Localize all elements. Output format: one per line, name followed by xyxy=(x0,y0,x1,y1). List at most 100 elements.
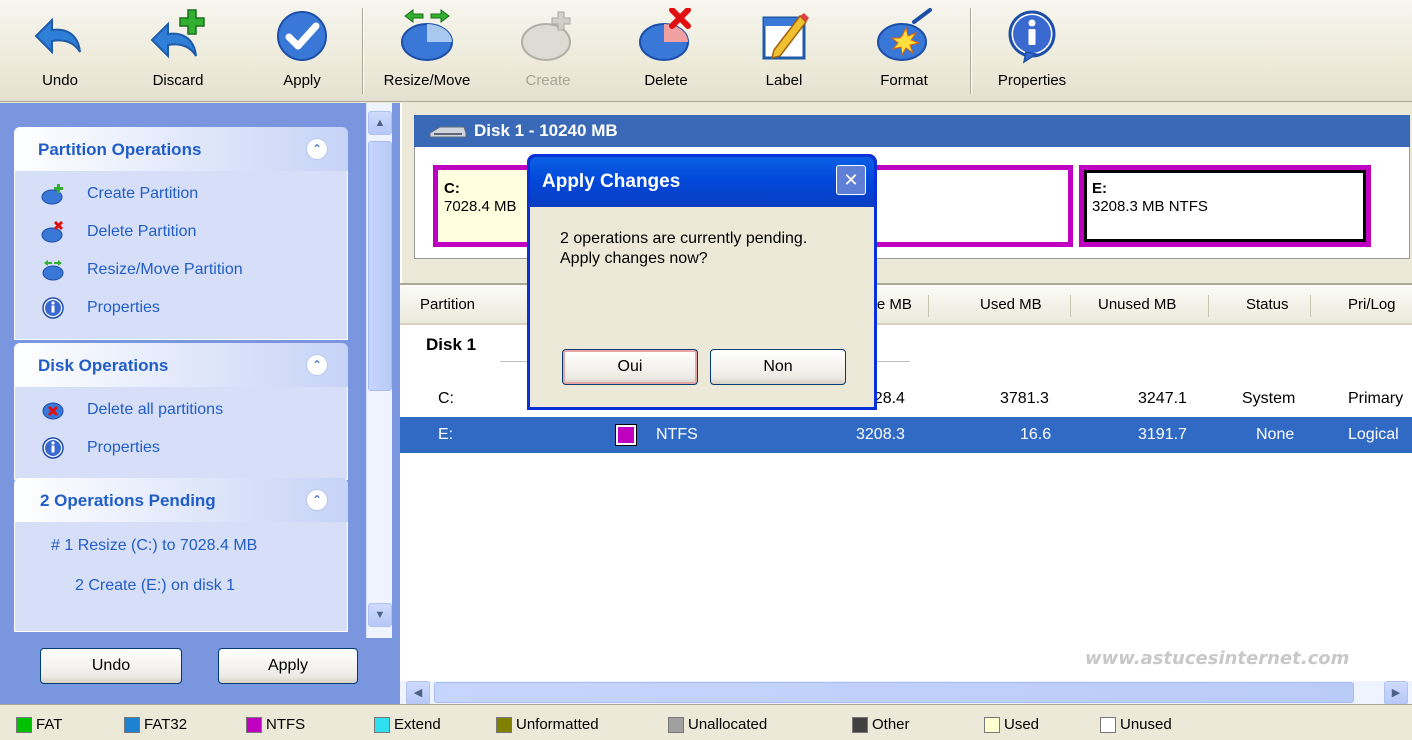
resize-partition-icon xyxy=(42,260,64,281)
cell-type: Logical xyxy=(1348,426,1399,443)
create-toolbar-button[interactable]: Create xyxy=(508,4,588,98)
cell-unused: 3191.7 xyxy=(1138,426,1187,443)
resize-move-toolbar-button[interactable]: Resize/Move xyxy=(370,4,484,98)
task-partition-properties[interactable]: Properties xyxy=(15,291,347,329)
disk-group-label: Disk 1 xyxy=(426,335,477,354)
partition-operations-body: Create Partition Delete Partition Resize… xyxy=(14,171,348,340)
scroll-down-icon[interactable]: ▼ xyxy=(368,603,392,627)
toolbar-separator xyxy=(362,8,364,94)
ntfs-color-swatch xyxy=(615,424,637,446)
scroll-left-icon[interactable]: ◀ xyxy=(406,681,430,705)
legend-swatch xyxy=(496,717,512,733)
info-icon xyxy=(42,437,64,459)
task-resize-move-partition[interactable]: Resize/Move Partition xyxy=(15,253,347,291)
partition-operations-header[interactable]: Partition Operations ⌃ xyxy=(14,127,348,171)
column-header-status[interactable]: Status xyxy=(1246,285,1289,325)
scrollbar-thumb[interactable] xyxy=(368,141,392,391)
task-pane: Partition Operations ⌃ Create Partition … xyxy=(0,103,400,704)
format-disk-icon xyxy=(877,8,932,61)
info-icon xyxy=(1008,10,1056,64)
delete-toolbar-button[interactable]: Delete xyxy=(626,4,706,98)
legend-swatch xyxy=(374,717,390,733)
column-header-unused[interactable]: Unused MB xyxy=(1098,285,1176,325)
legend-swatch xyxy=(124,717,140,733)
legend-item-fat: FAT xyxy=(16,715,62,735)
task-pane-scrollbar[interactable]: ▲ ▼ xyxy=(366,103,392,638)
task-delete-all-partitions[interactable]: Delete all partitions xyxy=(15,393,347,431)
operations-pending-header[interactable]: 2 Operations Pending ⌃ xyxy=(14,478,348,522)
resize-move-disk-icon xyxy=(401,9,453,61)
legend-label: Unallocated xyxy=(688,716,768,733)
properties-label: Properties xyxy=(997,72,1067,89)
taskpane-undo-button[interactable]: Undo xyxy=(40,648,182,684)
dialog-body: 2 operations are currently pending. Appl… xyxy=(530,207,874,407)
task-disk-properties[interactable]: Properties xyxy=(15,431,347,469)
cell-partition: E: xyxy=(438,426,454,443)
column-separator[interactable] xyxy=(928,295,929,317)
column-header-used[interactable]: Used MB xyxy=(980,285,1042,325)
cell-partition: C: xyxy=(438,390,454,407)
legend-label: Used xyxy=(1004,716,1040,733)
column-header-partition[interactable]: Partition xyxy=(420,285,475,325)
delete-partition-icon xyxy=(41,221,64,243)
task-create-partition[interactable]: Create Partition xyxy=(15,177,347,215)
format-toolbar-button[interactable]: Format xyxy=(864,4,944,98)
undo-toolbar-button[interactable]: Undo xyxy=(22,4,98,98)
operations-pending-title: 2 Operations Pending xyxy=(40,491,216,510)
no-button[interactable]: Non xyxy=(710,349,846,385)
scroll-up-icon[interactable]: ▲ xyxy=(368,111,392,135)
legend-item-extend: Extend xyxy=(374,715,441,735)
cell-status: None xyxy=(1256,426,1295,443)
properties-toolbar-button[interactable]: Properties xyxy=(984,4,1080,98)
task-label: Properties xyxy=(87,299,160,316)
yes-button[interactable]: Oui xyxy=(562,349,698,385)
cell-unused: 3247.1 xyxy=(1138,390,1187,407)
column-header-type[interactable]: Pri/Log xyxy=(1348,285,1396,325)
table-row[interactable]: E: NTFS 3208.3 16.6 3191.7 None Logical xyxy=(400,417,1412,453)
partition-e-block[interactable]: E: 3208.3 MB NTFS xyxy=(1079,165,1371,247)
dialog-titlebar[interactable]: Apply Changes ✕ xyxy=(530,157,874,207)
close-icon[interactable]: ✕ xyxy=(836,165,866,195)
column-separator[interactable] xyxy=(1070,295,1071,317)
format-label: Format xyxy=(880,72,928,89)
disk-operations-header[interactable]: Disk Operations ⌃ xyxy=(14,343,348,387)
scrollbar-thumb[interactable] xyxy=(434,682,1354,703)
disk-title: Disk 1 - 10240 MB xyxy=(474,121,618,140)
delete-disk-icon xyxy=(639,8,691,61)
undo-arrow-icon xyxy=(34,17,81,55)
legend-swatch xyxy=(852,717,868,733)
partition-letter: C: xyxy=(444,180,460,197)
legend-item-unformatted: Unformatted xyxy=(496,715,599,735)
column-separator[interactable] xyxy=(1208,295,1209,317)
discard-icon xyxy=(150,9,205,59)
collapse-chevron-icon[interactable]: ⌃ xyxy=(306,489,328,511)
legend-label: NTFS xyxy=(266,716,306,733)
disk-header[interactable]: Disk 1 - 10240 MB xyxy=(414,115,1410,147)
dialog-title: Apply Changes xyxy=(542,171,681,192)
legend-label: Unformatted xyxy=(516,716,599,733)
pending-operation-item[interactable]: # 1 Resize (C:) to 7028.4 MB xyxy=(15,528,347,568)
list-horizontal-scrollbar[interactable]: ◀ ▶ xyxy=(400,681,1412,705)
column-separator[interactable] xyxy=(1310,295,1311,317)
pending-operation-item[interactable]: 2 Create (E:) on disk 1 xyxy=(15,568,347,608)
collapse-chevron-icon[interactable]: ⌃ xyxy=(306,138,328,160)
cell-size: 3208.3 xyxy=(856,426,905,443)
scroll-right-icon[interactable]: ▶ xyxy=(1384,681,1408,705)
discard-toolbar-button[interactable]: Discard xyxy=(130,4,226,98)
hard-disk-icon xyxy=(429,126,467,138)
legend-label: Other xyxy=(872,716,910,733)
delete-label: Delete xyxy=(644,72,688,89)
create-partition-icon xyxy=(41,184,63,205)
task-label: Delete all partitions xyxy=(87,401,224,418)
legend-item-ntfs: NTFS xyxy=(246,715,305,735)
label-pencil-icon xyxy=(762,13,809,60)
label-toolbar-button[interactable]: Label xyxy=(744,4,824,98)
partition-operations-group: Partition Operations ⌃ Create Partition … xyxy=(14,127,348,340)
apply-toolbar-button[interactable]: Apply xyxy=(264,4,340,98)
taskpane-apply-button[interactable]: Apply xyxy=(218,648,358,684)
watermark: www.astucesinternet.com xyxy=(1085,648,1350,669)
legend-item-fat32: FAT32 xyxy=(124,715,187,735)
task-delete-partition[interactable]: Delete Partition xyxy=(15,215,347,253)
collapse-chevron-icon[interactable]: ⌃ xyxy=(306,354,328,376)
legend-swatch xyxy=(984,717,1000,733)
